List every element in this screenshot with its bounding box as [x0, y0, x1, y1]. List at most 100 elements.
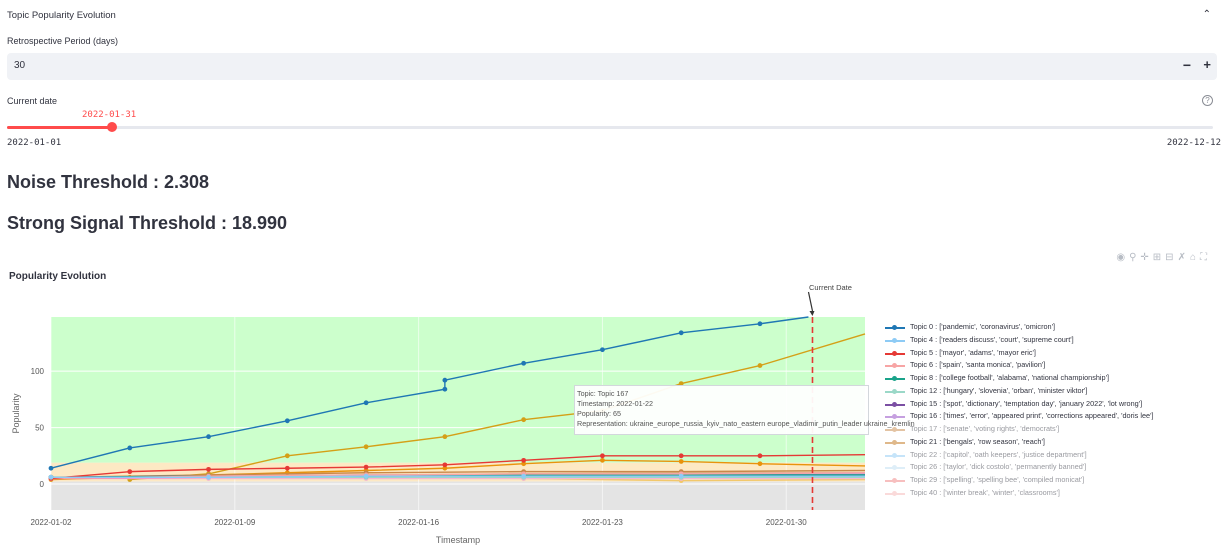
current-date-annotation: Current Date	[809, 283, 852, 292]
legend-marker	[892, 363, 897, 369]
legend-label: Topic 5 : ['mayor', 'adams', 'mayor eric…	[910, 347, 1036, 357]
zoom-in-icon[interactable]: ⊞	[1153, 252, 1165, 263]
autoscale-icon[interactable]: ✗	[1178, 252, 1190, 263]
data-point	[678, 459, 684, 464]
data-point	[521, 457, 527, 463]
chart-modebar: ◉⚲✛⊞⊟✗⌂⛶	[1116, 252, 1211, 263]
date-slider-thumb[interactable]	[107, 122, 117, 132]
data-point	[48, 465, 54, 471]
date-slider-fill	[7, 126, 112, 129]
data-point	[206, 466, 211, 472]
legend-item[interactable]: Topic 6 : ['spain', 'santa monica', 'pav…	[884, 359, 1219, 372]
data-point	[363, 400, 369, 406]
data-point	[757, 453, 763, 459]
legend-item[interactable]: Topic 12 : ['hungary', 'slovenia', 'orba…	[884, 385, 1219, 398]
expander-title: Topic Popularity Evolution	[7, 10, 116, 21]
legend-label: Topic 8 : ['college football', 'alabama'…	[910, 373, 1110, 383]
current-date-arrow	[807, 291, 814, 312]
legend-item[interactable]: Topic 21 : ['bengals', 'row season', 're…	[884, 436, 1219, 449]
legend-item[interactable]: Topic 4 : ['readers discuss', 'court', '…	[884, 334, 1219, 347]
reset-icon[interactable]: ⌂	[1190, 252, 1200, 263]
data-point	[600, 347, 605, 353]
retrospective-value[interactable]: 30	[14, 60, 25, 71]
legend-marker	[892, 376, 897, 382]
x-tick-label: 2022-01-02	[31, 518, 72, 527]
chart-legend[interactable]: Topic 0 : ['pandemic', 'coronavirus', 'o…	[884, 321, 1219, 500]
legend-item[interactable]: Topic 26 : ['taylor', 'dick costolo', 'p…	[884, 461, 1219, 474]
data-point	[206, 474, 211, 480]
x-tick-label: 2022-01-16	[398, 518, 439, 527]
legend-marker	[892, 337, 897, 343]
legend-marker	[892, 478, 897, 484]
fullscreen-icon[interactable]: ⛶	[1200, 252, 1211, 263]
legend-item[interactable]: Topic 40 : ['winter break', 'winter', 'c…	[884, 487, 1219, 500]
legend-item[interactable]: Topic 22 : ['capitol', 'oath keepers', '…	[884, 449, 1219, 462]
data-point	[600, 457, 605, 463]
strong-signal-threshold-heading: Strong Signal Threshold : 18.990	[7, 213, 288, 233]
y-tick-label: 50	[35, 424, 44, 433]
legend-item[interactable]: Topic 17 : ['senate', 'voting rights', '…	[884, 423, 1219, 436]
legend-item[interactable]: Topic 16 : ['times', 'error', 'appeared …	[884, 410, 1219, 423]
data-point	[127, 469, 133, 475]
legend-marker	[892, 490, 897, 496]
x-tick-label: 2022-01-30	[766, 518, 807, 527]
data-point	[678, 473, 684, 479]
x-tick-label: 2022-01-23	[582, 518, 623, 527]
data-point	[521, 360, 527, 366]
legend-label: Topic 26 : ['taylor', 'dick costolo', 'p…	[910, 462, 1087, 472]
retrospective-number-input[interactable]: 30 − +	[7, 53, 1217, 80]
data-point	[600, 453, 605, 459]
legend-label: Topic 22 : ['capitol', 'oath keepers', '…	[910, 449, 1087, 459]
decrement-button[interactable]: −	[1183, 57, 1191, 73]
retrospective-label: Retrospective Period (days)	[7, 36, 119, 46]
data-point	[127, 445, 133, 451]
date-slider-track[interactable]	[7, 126, 1213, 129]
legend-item[interactable]: Topic 15 : ['spot', 'dictionary', 'tempt…	[884, 398, 1219, 411]
current-date-arrowhead	[809, 311, 815, 316]
camera-icon[interactable]: ◉	[1116, 252, 1129, 263]
legend-item[interactable]: Topic 8 : ['college football', 'alabama'…	[884, 372, 1219, 385]
expander-header[interactable]: Topic Popularity Evolution ⌃	[7, 9, 1217, 24]
data-point	[757, 363, 763, 368]
zoom-out-icon[interactable]: ⊟	[1165, 252, 1177, 263]
legend-label: Topic 12 : ['hungary', 'slovenia', 'orba…	[910, 385, 1088, 395]
data-point	[48, 474, 54, 480]
tooltip-topic: Topic: Topic 167	[577, 389, 629, 398]
data-point	[206, 434, 211, 440]
tooltip-popularity: Popularity: 65	[577, 409, 621, 418]
data-point	[678, 453, 684, 459]
data-point	[442, 462, 448, 468]
y-tick-label: 0	[40, 480, 45, 489]
data-point	[284, 453, 290, 459]
legend-marker	[892, 439, 897, 445]
data-point	[442, 377, 448, 383]
legend-item[interactable]: Topic 29 : ['spelling', 'spelling bee', …	[884, 474, 1219, 487]
tooltip-timestamp: Timestamp: 2022-01-22	[577, 399, 654, 408]
signal-band-0	[51, 481, 865, 510]
hover-tooltip: Topic: Topic 167 Timestamp: 2022-01-22 P…	[574, 385, 915, 435]
help-icon[interactable]: ?	[1202, 95, 1213, 106]
legend-marker	[892, 325, 897, 330]
current-date-label: Current date	[7, 96, 58, 106]
chevron-up-icon[interactable]: ⌃	[1203, 9, 1211, 20]
legend-label: Topic 0 : ['pandemic', 'coronavirus', 'o…	[910, 322, 1056, 331]
zoom-icon[interactable]: ⚲	[1129, 252, 1140, 263]
data-point	[521, 473, 527, 479]
data-point	[757, 321, 763, 327]
slider-min-label: 2022-01-01	[7, 138, 62, 148]
data-point	[442, 434, 448, 440]
y-axis-label: Popularity	[11, 393, 21, 434]
legend-label: Topic 21 : ['bengals', 'row season', 're…	[910, 436, 1045, 446]
legend-label: Topic 15 : ['spot', 'dictionary', 'tempt…	[910, 398, 1143, 408]
legend-label: Topic 29 : ['spelling', 'spelling bee', …	[910, 475, 1085, 485]
legend-marker	[892, 452, 897, 458]
slider-current-value: 2022-01-31	[82, 110, 137, 120]
legend-label: Topic 4 : ['readers discuss', 'court', '…	[910, 334, 1074, 344]
legend-item[interactable]: Topic 0 : ['pandemic', 'coronavirus', 'o…	[884, 321, 1219, 334]
increment-button[interactable]: +	[1203, 57, 1211, 72]
legend-item[interactable]: Topic 5 : ['mayor', 'adams', 'mayor eric…	[884, 347, 1219, 360]
pan-icon[interactable]: ✛	[1140, 252, 1152, 263]
x-tick-label: 2022-01-09	[214, 518, 255, 527]
data-point	[757, 461, 763, 467]
x-axis-label: Timestamp	[436, 535, 480, 545]
